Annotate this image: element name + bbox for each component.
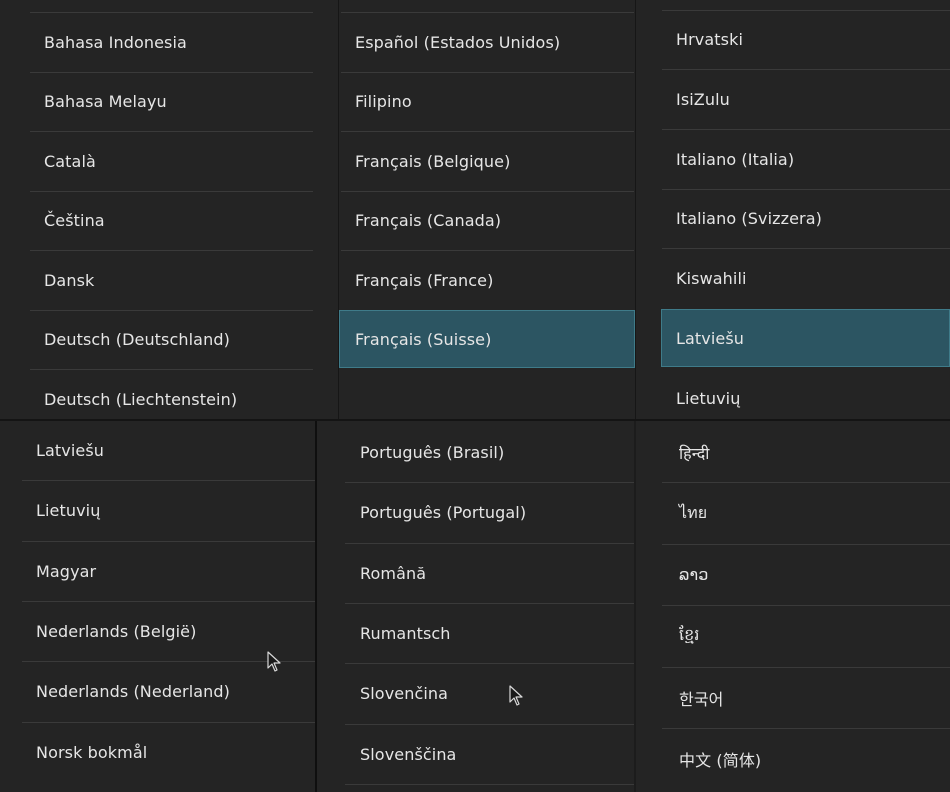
- language-item[interactable]: IsiZulu: [636, 69, 950, 129]
- language-item[interactable]: Português (Brasil): [317, 423, 634, 482]
- language-item[interactable]: Slovenčina: [317, 663, 634, 724]
- language-item-selected[interactable]: Latviešu: [661, 309, 950, 367]
- language-item[interactable]: Română: [317, 543, 634, 603]
- language-label: Deutsch (Liechtenstein): [44, 389, 238, 409]
- language-label: Slovenščina: [360, 744, 457, 764]
- language-item[interactable]: हिन्दी: [636, 423, 950, 482]
- language-label: Slovenčina: [360, 684, 449, 703]
- divider: [345, 784, 634, 785]
- language-label: Français (France): [355, 270, 494, 290]
- language-label: Italiano (Svizzera): [676, 209, 822, 228]
- language-item[interactable]: Bahasa Indonesia: [0, 12, 338, 72]
- language-item[interactable]: 한국어: [636, 667, 950, 728]
- language-item[interactable]: Português (Portugal): [317, 482, 634, 543]
- language-list-panel-4: Latviešu Lietuvių Magyar Nederlands (Bel…: [0, 421, 315, 792]
- language-item[interactable]: Kiswahili: [636, 248, 950, 309]
- language-label: Hrvatski: [676, 30, 744, 49]
- language-item[interactable]: Čeština: [0, 191, 338, 250]
- language-item[interactable]: ไทย: [636, 482, 950, 544]
- language-label: Nederlands (Nederland): [36, 682, 230, 701]
- language-label: ไทย: [679, 502, 708, 522]
- language-item-selected[interactable]: Français (Suisse): [339, 310, 635, 368]
- language-label: ລາວ: [679, 565, 709, 584]
- language-item[interactable]: Filipino: [339, 72, 635, 131]
- language-item[interactable]: Français (Belgique): [339, 131, 635, 191]
- language-item[interactable]: Deutsch (Deutschland): [0, 310, 338, 369]
- language-label: 한국어: [679, 689, 724, 709]
- language-list-panel-1: Bahasa Indonesia Bahasa Melayu Català Če…: [0, 0, 338, 419]
- mouse-pointer-icon: [509, 685, 523, 706]
- language-label: Português (Portugal): [360, 503, 527, 522]
- collage-seam: [338, 0, 339, 419]
- language-label: Português (Brasil): [360, 443, 505, 462]
- language-label: 中文 (简体): [679, 751, 762, 770]
- language-item[interactable]: Latviešu: [0, 421, 315, 480]
- language-label: Français (Belgique): [355, 151, 511, 171]
- language-label: Bahasa Indonesia: [44, 32, 187, 52]
- language-item[interactable]: Lietuvių: [0, 480, 315, 541]
- language-label: Română: [360, 563, 427, 583]
- language-label: Bahasa Melayu: [44, 92, 167, 111]
- language-list-panel-5: Português (Brasil) Português (Portugal) …: [317, 421, 634, 792]
- language-item[interactable]: Français (France): [339, 250, 635, 310]
- language-item[interactable]: 中文 (简体): [636, 728, 950, 790]
- language-item[interactable]: Deutsch (Liechtenstein): [0, 369, 338, 419]
- language-list-panel-2: Español (Estados Unidos) Filipino França…: [339, 0, 635, 419]
- language-item[interactable]: Norsk bokmål: [0, 722, 315, 783]
- language-item[interactable]: ខ្មែរ: [636, 605, 950, 667]
- language-label: Català: [44, 151, 96, 171]
- language-label: Dansk: [44, 270, 95, 290]
- language-item[interactable]: Lietuvių: [636, 367, 950, 419]
- language-label: हिन्दी: [679, 443, 710, 463]
- language-list-panel-6: हिन्दी ไทย ລາວ ខ្មែរ 한국어 中文 (简体): [636, 421, 950, 792]
- language-label: Nederlands (België): [36, 621, 197, 641]
- language-label: IsiZulu: [676, 89, 730, 109]
- language-item[interactable]: ລາວ: [636, 544, 950, 605]
- language-label: Italiano (Italia): [676, 149, 795, 169]
- language-label: Lietuvių: [676, 388, 741, 408]
- mouse-pointer-icon: [267, 651, 281, 672]
- language-label: Español (Estados Unidos): [355, 32, 561, 52]
- language-item[interactable]: Français (Canada): [339, 191, 635, 250]
- language-item[interactable]: Español (Estados Unidos): [339, 12, 635, 72]
- language-label: Français (Suisse): [355, 329, 492, 349]
- language-item[interactable]: Rumantsch: [317, 603, 634, 663]
- language-label: Latviešu: [676, 328, 745, 348]
- language-item[interactable]: Hrvatski: [636, 10, 950, 69]
- language-label: Latviešu: [36, 441, 105, 460]
- language-item[interactable]: Català: [0, 131, 338, 191]
- language-list-panel-3: Hrvatski IsiZulu Italiano (Italia) Itali…: [636, 0, 950, 419]
- language-item[interactable]: Magyar: [0, 541, 315, 601]
- language-item[interactable]: Bahasa Melayu: [0, 72, 338, 131]
- language-label: Čeština: [44, 211, 105, 230]
- language-label: Filipino: [355, 92, 412, 111]
- language-label: Magyar: [36, 561, 97, 581]
- language-label: Lietuvių: [36, 501, 101, 520]
- language-label: Deutsch (Deutschland): [44, 330, 230, 349]
- language-label: Norsk bokmål: [36, 743, 148, 762]
- language-item[interactable]: Italiano (Italia): [636, 129, 950, 189]
- language-item[interactable]: Italiano (Svizzera): [636, 189, 950, 248]
- language-item[interactable]: Slovenščina: [317, 724, 634, 784]
- collage-seam: [635, 0, 636, 419]
- language-label: ខ្មែរ: [679, 625, 700, 644]
- scroll-fade: [339, 368, 635, 382]
- language-picker-collage: Bahasa Indonesia Bahasa Melayu Català Če…: [0, 0, 950, 792]
- language-label: Français (Canada): [355, 211, 502, 230]
- language-label: Kiswahili: [676, 269, 747, 288]
- language-item[interactable]: Dansk: [0, 250, 338, 310]
- language-label: Rumantsch: [360, 623, 451, 643]
